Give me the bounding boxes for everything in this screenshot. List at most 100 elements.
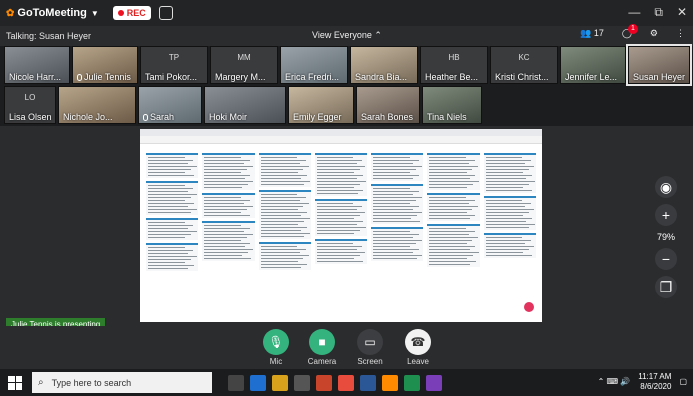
participant-tile[interactable]: MM Margery M... xyxy=(210,46,278,84)
participant-tile[interactable]: Erica Fredri... xyxy=(280,46,348,84)
leave-button[interactable]: ☎ Leave xyxy=(398,329,438,366)
participant-name: Tami Pokor... xyxy=(145,72,198,82)
participant-name: Lisa Olsen xyxy=(9,112,52,122)
lock-icon[interactable] xyxy=(158,6,173,20)
board-post xyxy=(427,193,480,221)
store-icon[interactable] xyxy=(294,374,310,391)
powerpoint-icon[interactable] xyxy=(316,374,332,391)
board-column xyxy=(258,153,311,318)
shared-document xyxy=(140,129,542,322)
board-post xyxy=(371,227,424,261)
board-column xyxy=(427,153,480,318)
participant-tile[interactable]: Sandra Bia... xyxy=(350,46,418,84)
clock[interactable]: 11:17 AM 8/6/2020 xyxy=(638,372,671,392)
participant-name: Sandra Bia... xyxy=(355,72,408,82)
record-button[interactable]: REC xyxy=(112,6,151,20)
board-post xyxy=(427,153,480,190)
board-post xyxy=(427,224,480,267)
clock-date: 8/6/2020 xyxy=(640,382,672,391)
participant-tile[interactable]: LO Lisa Olsen xyxy=(4,86,56,124)
camera-label: Camera xyxy=(307,357,337,366)
camera-icon: ◉ xyxy=(659,179,673,195)
title-bar: ✿ GoToMeeting ▼ REC — ⧉ ✕ xyxy=(0,0,693,26)
participant-initials: HB xyxy=(448,53,460,62)
participant-tile[interactable]: Tina Niels xyxy=(422,86,482,124)
minus-icon: − xyxy=(661,251,671,267)
notifications-icon[interactable]: ▢ xyxy=(679,377,687,387)
board-column xyxy=(146,153,199,318)
tray-chevron-icon[interactable]: ⌃ ⌨ 🔊 xyxy=(598,377,631,387)
settings-button[interactable]: ⚙ xyxy=(650,28,658,39)
app-menu[interactable]: ✿ GoToMeeting ▼ xyxy=(6,7,99,19)
board-post xyxy=(146,153,199,178)
participant-name: Tina Niels xyxy=(427,112,467,122)
notification-badge: 1 xyxy=(627,24,638,34)
onenote-icon[interactable] xyxy=(426,374,442,391)
fit-screen-button[interactable]: ❐ xyxy=(655,276,677,298)
mic-icon xyxy=(77,74,82,81)
gear-icon: ⚙ xyxy=(649,28,658,38)
participant-tile[interactable]: Hoki Moir xyxy=(204,86,286,124)
browser-bookmarks xyxy=(140,144,542,150)
participant-initials: KC xyxy=(518,53,530,62)
participant-tile[interactable]: KC Kristi Christ... xyxy=(490,46,558,84)
participant-name: Sarah Bones xyxy=(361,112,414,122)
attendee-count: 17 xyxy=(593,28,604,38)
mic-button[interactable]: 🎙 Mic xyxy=(256,329,296,366)
chat-button[interactable]: ◯ 1 xyxy=(622,24,638,39)
participant-name: Kristi Christ... xyxy=(495,72,549,82)
participant-tile[interactable]: HB Heather Be... xyxy=(420,46,488,84)
more-options-button[interactable]: ⋮ xyxy=(676,28,685,39)
participant-tile[interactable]: TP Tami Pokor... xyxy=(140,46,208,84)
participant-tile[interactable]: Susan Heyer xyxy=(626,44,692,86)
participant-tile[interactable]: Emily Egger xyxy=(288,86,354,124)
edge-icon[interactable] xyxy=(250,374,266,391)
meeting-controls: 🎙 Mic ■ Camera ▭ Screen ☎ Leave xyxy=(0,326,693,369)
participant-name: Sarah xyxy=(143,112,174,122)
view-selector[interactable]: View Everyone ⌃ xyxy=(312,30,382,41)
add-post-icon xyxy=(524,302,534,312)
board-column xyxy=(202,153,255,318)
task-view-icon[interactable] xyxy=(228,374,244,391)
participant-tile[interactable]: Sarah xyxy=(138,86,202,124)
board-post xyxy=(371,184,424,224)
browser-tabs xyxy=(140,129,542,136)
participant-tile[interactable]: Nichole Jo... xyxy=(58,86,136,124)
pinned-apps xyxy=(228,374,442,391)
board-post xyxy=(314,153,368,196)
shared-screen-area: ◉ + 79% − ❐ xyxy=(0,126,693,326)
file-explorer-icon[interactable] xyxy=(272,374,288,391)
info-bar: Talking: Susan Heyer View Everyone ⌃ 👥 1… xyxy=(0,24,693,46)
participant-name: Emily Egger xyxy=(293,112,342,122)
zoom-out-button[interactable]: − xyxy=(655,248,677,270)
restore-button[interactable]: ⧉ xyxy=(654,5,663,20)
attendees-button[interactable]: 👥 17 xyxy=(580,28,604,39)
board-post xyxy=(258,153,311,187)
minimize-button[interactable]: — xyxy=(628,5,640,20)
mic-label: Mic xyxy=(269,357,283,366)
board-post xyxy=(483,233,536,258)
gotomeeting-taskbar-icon[interactable] xyxy=(382,374,398,391)
chrome-icon[interactable] xyxy=(338,374,354,391)
participant-initials: MM xyxy=(237,53,251,62)
screen-button[interactable]: ▭ Screen xyxy=(350,329,390,366)
zoom-level: 79% xyxy=(656,232,675,242)
participant-tile[interactable]: Julie Tennis xyxy=(72,46,138,84)
participant-name: Jennifer Le... xyxy=(565,72,618,82)
windows-start-button[interactable] xyxy=(8,375,22,390)
zoom-in-button[interactable]: + xyxy=(655,204,677,226)
mic-icon xyxy=(143,114,148,121)
participant-tile[interactable]: Jennifer Le... xyxy=(560,46,626,84)
close-button[interactable]: ✕ xyxy=(677,5,687,20)
board-post xyxy=(146,243,199,271)
participant-tile[interactable]: Nicole Harr... xyxy=(4,46,70,84)
plus-icon: + xyxy=(661,207,671,223)
excel-icon[interactable] xyxy=(404,374,420,391)
taskbar-search[interactable]: ⌕ Type here to search xyxy=(32,372,212,393)
board-post xyxy=(258,242,311,270)
participant-tile[interactable]: Sarah Bones xyxy=(356,86,420,124)
camera-button[interactable]: ■ Camera xyxy=(302,329,342,366)
board-post xyxy=(314,239,368,264)
word-icon[interactable] xyxy=(360,374,376,391)
camera-snapshot-button[interactable]: ◉ xyxy=(655,176,677,198)
